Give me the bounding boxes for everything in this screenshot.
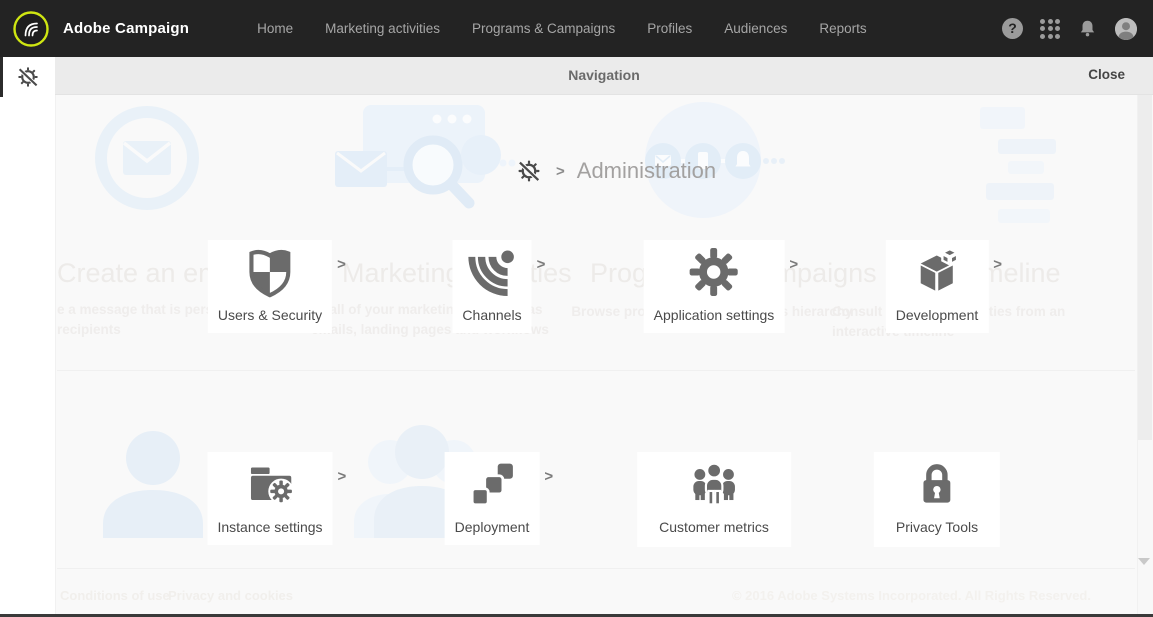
- topnav-item-programs-campaigns[interactable]: Programs & Campaigns: [456, 21, 631, 36]
- menu-item-label: Channels: [462, 307, 522, 323]
- menu-item-instance-settings[interactable]: Instance settings >: [207, 452, 346, 545]
- gear-icon: [688, 246, 740, 298]
- chevron-right-icon: >: [993, 256, 1003, 273]
- menu-item-panel: Instance settings: [207, 452, 333, 545]
- menu-item-panel: Users & Security: [207, 240, 333, 333]
- chevron-right-icon: >: [337, 256, 346, 273]
- topbar-icons: ?: [1002, 17, 1137, 40]
- signal-arcs-icon: [466, 246, 518, 298]
- administration-icon: [518, 160, 540, 182]
- navigation-header: Navigation Close: [55, 57, 1153, 95]
- breadcrumb[interactable]: > Administration: [516, 158, 716, 184]
- topnav-item-reports[interactable]: Reports: [803, 21, 882, 36]
- chevron-right-icon: >: [337, 468, 347, 485]
- navigation-title: Navigation: [568, 67, 640, 83]
- sidebar: [0, 57, 55, 617]
- notifications-bell-icon[interactable]: [1077, 18, 1098, 40]
- topbar: Adobe Campaign Home Marketing activities…: [0, 0, 1153, 57]
- menu-item-application-settings[interactable]: Application settings >: [643, 240, 798, 333]
- menu-item-label: Instance settings: [217, 519, 323, 535]
- topnav-item-marketing-activities[interactable]: Marketing activities: [309, 21, 456, 36]
- chevron-right-icon: >: [789, 256, 799, 273]
- adobe-campaign-logo: [13, 10, 49, 47]
- breadcrumb-section: Administration: [576, 158, 717, 183]
- menu-item-panel: Channels: [452, 240, 532, 333]
- shield-icon: [244, 246, 296, 298]
- brand[interactable]: Adobe Campaign: [12, 10, 189, 48]
- brand-title: Adobe Campaign: [63, 20, 190, 37]
- faded-email-icon: [95, 106, 199, 210]
- menu-item-customer-metrics[interactable]: Customer metrics: [637, 452, 791, 547]
- topnav-item-profiles[interactable]: Profiles: [631, 21, 708, 36]
- scrollbar-thumb[interactable]: [1138, 95, 1152, 440]
- faded-timeline-icon: [980, 107, 1056, 223]
- footer-separator: [57, 568, 1135, 569]
- help-icon[interactable]: ?: [1002, 18, 1023, 39]
- menu-item-label: Customer metrics: [659, 519, 769, 535]
- administration-icon[interactable]: [16, 65, 40, 89]
- folder-gear-icon: [244, 458, 296, 510]
- menu-item-label: Development: [895, 307, 979, 323]
- cube-icon: [911, 246, 963, 298]
- menu-item-deployment[interactable]: Deployment >: [444, 452, 553, 545]
- row-separator: [57, 370, 1135, 371]
- faded-footer-link: Privacy and cookies: [168, 588, 294, 603]
- menu-item-development[interactable]: Development >: [885, 240, 1002, 333]
- faded-profile-icon: [103, 431, 203, 538]
- menu-item-panel: Privacy Tools: [873, 452, 1001, 547]
- menu-item-panel: Customer metrics: [637, 452, 791, 547]
- people-group-icon: [688, 458, 740, 510]
- apps-grid-icon[interactable]: [1040, 18, 1060, 39]
- faded-marketing-icon: [335, 105, 516, 209]
- faded-footer-link: Conditions of use: [60, 588, 170, 603]
- faded-copyright: © 2016 Adobe Systems Incorporated. All R…: [731, 588, 1091, 603]
- close-button[interactable]: Close: [1088, 67, 1125, 82]
- chevron-right-icon: >: [536, 256, 546, 273]
- menu-item-label: Privacy Tools: [895, 519, 979, 535]
- topnav-item-home[interactable]: Home: [241, 21, 309, 36]
- topnav-item-audiences[interactable]: Audiences: [708, 21, 803, 36]
- topnav: Home Marketing activities Programs & Cam…: [241, 21, 882, 36]
- stacked-squares-icon: [466, 458, 518, 510]
- padlock-icon: [911, 458, 963, 510]
- menu-item-panel: Application settings: [643, 240, 785, 333]
- menu-item-label: Deployment: [454, 519, 530, 535]
- sidebar-accent-strip: [0, 57, 3, 97]
- menu-item-channels[interactable]: Channels >: [452, 240, 545, 333]
- menu-item-label: Application settings: [653, 307, 775, 323]
- menu-item-users-security[interactable]: Users & Security >: [207, 240, 346, 333]
- menu-item-panel: Deployment: [444, 452, 540, 545]
- chevron-right-icon: >: [544, 468, 554, 485]
- menu-item-label: Users & Security: [217, 307, 323, 323]
- menu-item-privacy-tools[interactable]: Privacy Tools: [873, 452, 1001, 547]
- menu-item-panel: Development: [885, 240, 989, 333]
- chevron-right-icon: >: [556, 162, 565, 180]
- adobe-campaign-app: Adobe Campaign Home Marketing activities…: [0, 0, 1153, 617]
- account-avatar-icon[interactable]: [1115, 17, 1137, 40]
- scroll-down-arrow-icon[interactable]: [1138, 558, 1150, 565]
